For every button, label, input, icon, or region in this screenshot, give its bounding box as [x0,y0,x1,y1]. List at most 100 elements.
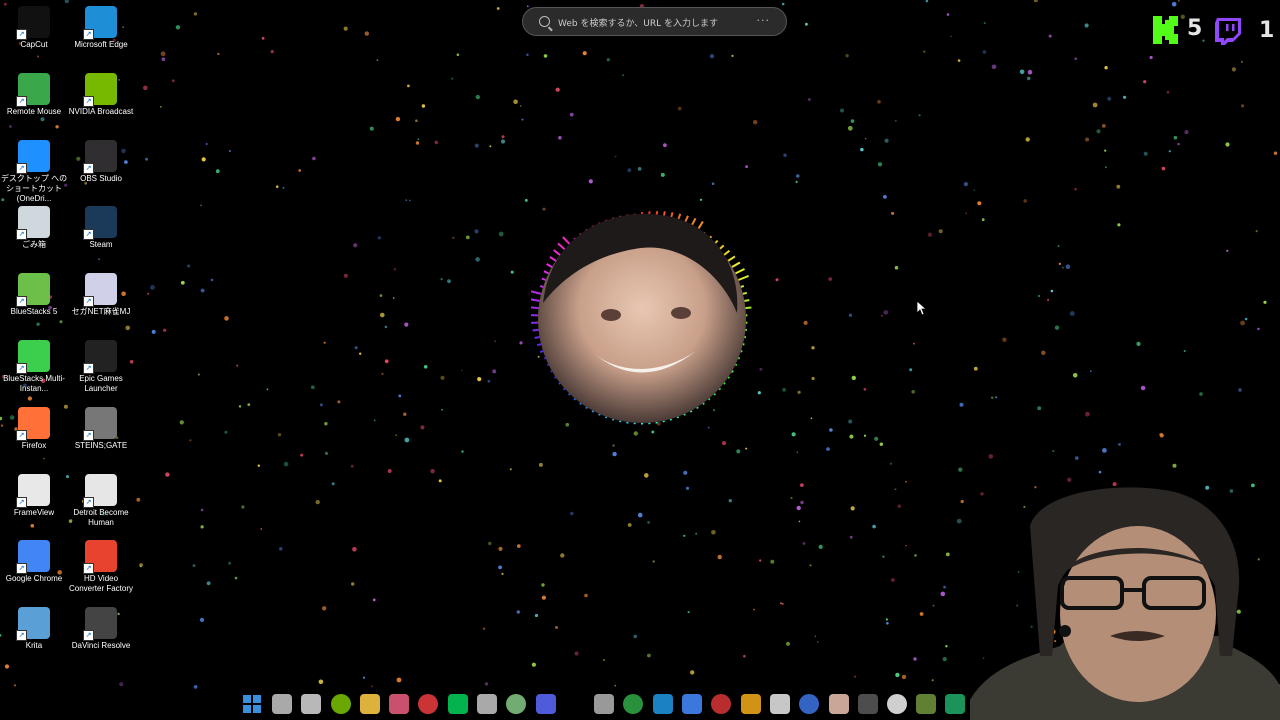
desktop-icon-steins-gate[interactable]: ↗ STEINS;GATE [67,405,135,467]
star [324,422,328,426]
desktop-icon-chrome[interactable]: ↗ Google Chrome [0,538,68,600]
task-view-icon[interactable] [272,694,292,714]
star [879,442,883,446]
chrome-taskbar-icon[interactable] [682,694,702,714]
shortcut-arrow-icon: ↗ [16,95,27,107]
star [687,611,690,614]
desktop-icon-bluestacks[interactable]: ↗ BlueStacks 5 [0,271,68,333]
lips-app-icon[interactable] [389,694,409,714]
star [165,472,170,477]
star [717,554,722,560]
record-app-icon[interactable] [418,694,438,714]
desktop-icon-sega-mj[interactable]: ↗ セガNET麻雀MJ [67,271,135,333]
desktop-icon-onedrive[interactable]: ↗ デスクトップ へのショートカット (OneDri... [0,138,68,203]
line-app-icon[interactable] [448,694,468,714]
desktop-icon-recycle-bin[interactable]: ↗ ごみ箱 [0,204,68,266]
star [160,51,166,57]
desktop-icon-label: Google Chrome [5,574,63,584]
star [538,462,543,467]
desktop-icon-bluestacks-multi[interactable]: ↗ BlueStacks Multi-Instan... [0,338,68,400]
star [1202,39,1205,42]
xbox-icon[interactable] [623,694,643,714]
star [874,436,879,441]
star [809,564,812,567]
gear-taskbar-icon[interactable] [858,694,878,714]
desktop-icon-obs[interactable]: ↗ OBS Studio [67,138,135,200]
star [163,328,167,332]
desktop-icon-capcut[interactable]: ↗ CapCut [0,4,68,66]
store-icon[interactable] [594,694,614,714]
desktop-icon-davinci-resolve[interactable]: ↗ DaVinci Resolve [67,605,135,667]
star [513,99,518,105]
start-icon[interactable] [242,694,262,714]
star [1104,66,1108,70]
more-options-icon[interactable]: ··· [757,14,771,27]
desktop-icon-krita[interactable]: ↗ Krita [0,605,68,667]
star [395,434,398,436]
desktop-icon-label: デスクトップ へのショートカット (OneDri... [0,173,68,203]
star [690,670,695,675]
star [931,679,934,682]
file-explorer-icon[interactable] [360,694,380,714]
edge-search-bar[interactable]: Web を検索するか、URL を入力します ··· [522,7,787,36]
star [159,105,162,108]
coin-app-icon[interactable] [741,694,761,714]
desktop-icon-firefox[interactable]: ↗ Firefox [0,405,68,467]
samsung-app-icon[interactable] [887,694,907,714]
star [541,583,545,587]
discord-icon[interactable] [536,694,556,714]
visualizer-bar [585,406,588,410]
earphone [1059,625,1071,637]
star [699,198,703,201]
obs-icon: ↗ [83,139,117,174]
star [864,137,867,140]
photo-app-icon[interactable] [829,694,849,714]
minecraft-icon[interactable] [916,694,936,714]
desktop-icon-hd-video-converter[interactable]: ↗ HD Video Converter Factory [67,538,135,600]
star [736,449,741,454]
edge-icon: ↗ [83,6,117,40]
star [885,618,889,621]
edge-taskbar-icon[interactable] [653,694,673,714]
desktop-icon-edge[interactable]: ↗ Microsoft Edge [67,4,135,66]
star [1047,298,1050,301]
star [943,585,946,589]
desktop-icon-detroit[interactable]: ↗ Detroit Become Human [67,472,135,534]
star [1244,317,1248,321]
star [588,179,593,184]
star [745,447,748,450]
star [501,572,504,576]
star [804,22,808,26]
star [1041,350,1046,355]
capcut-taskbar-icon[interactable] [770,694,790,714]
outlook-icon[interactable] [799,694,819,714]
star [200,525,204,529]
star [206,581,211,586]
star [354,346,358,350]
star [1159,433,1164,438]
star [991,396,994,399]
star [982,50,987,54]
kick-logo-icon [1153,16,1178,44]
star [850,506,855,511]
davinci-resolve-icon: ↗ [83,607,117,642]
star [1104,149,1107,152]
desktop-icon-steam[interactable]: ↗ Steam [67,204,135,266]
desktop-icon-epic-games[interactable]: ↗ Epic Games Launcher [67,338,135,400]
visualizer-bar [731,370,734,373]
sheets-app-icon[interactable] [945,694,965,714]
visualizer-bar [531,298,540,302]
star [1084,23,1089,28]
star [187,264,191,268]
desktop-icon-nvidia-broadcast[interactable]: ↗ NVIDIA Broadcast [67,71,135,133]
star [555,87,560,92]
nvidia-taskbar-icon[interactable] [331,694,351,714]
star [891,211,895,215]
translate-app-icon[interactable] [477,694,497,714]
obs-taskbar-icon[interactable] [301,694,321,714]
msi-app-icon[interactable] [711,694,731,714]
vim-app-icon[interactable] [506,694,526,714]
desktop-icon-remote-mouse[interactable]: ↗ Remote Mouse [0,71,68,133]
desktop-icon-frameview[interactable]: ↗ FrameView [0,472,68,534]
search-placeholder: Web を検索するか、URL を入力します [558,19,719,29]
